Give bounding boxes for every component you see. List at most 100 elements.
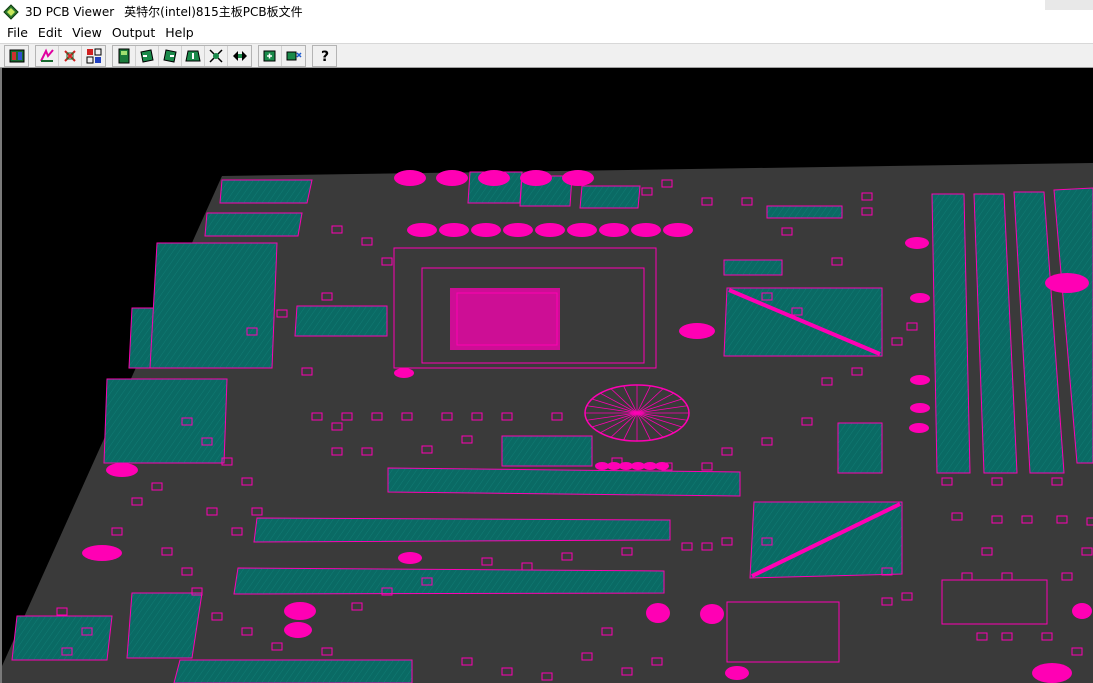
number-grid-icon — [86, 48, 101, 63]
copper-pad — [599, 223, 629, 237]
copper-pad — [1045, 273, 1089, 293]
zoom-fit-icon — [232, 50, 247, 61]
window-title: 3D PCB Viewer 英特尔(intel)815主板PCB板文件 — [25, 3, 313, 20]
zoom-in-icon — [263, 50, 276, 61]
help-glyph: ? — [320, 49, 328, 64]
chip-hatch — [127, 593, 202, 658]
zoom-out-button[interactable] — [282, 45, 305, 66]
copper-pad — [471, 223, 501, 237]
toolbar-group-zoom — [258, 44, 306, 67]
copper-pad — [663, 223, 693, 237]
pcb-app-icon — [3, 3, 19, 20]
toolbar-group-view — [112, 44, 252, 67]
select-part-button[interactable] — [59, 45, 82, 66]
copper-pad — [910, 293, 930, 303]
chip-hatch — [502, 436, 592, 466]
copper-pad — [679, 323, 715, 339]
copper-pad — [82, 545, 122, 561]
copper-pad — [910, 403, 930, 413]
copper-pad — [905, 237, 929, 249]
copper-pad — [398, 552, 422, 564]
dimm-slot-hatch — [932, 194, 970, 473]
copper-pad — [700, 604, 724, 624]
copper-pad — [725, 666, 749, 680]
open-board-button[interactable] — [5, 45, 28, 66]
menu-output[interactable]: Output — [107, 23, 160, 43]
cpu-die-pads — [450, 288, 560, 350]
copper-pad — [910, 375, 930, 385]
document-title: 英特尔(intel)815主板PCB板文件 — [124, 5, 303, 19]
layer-edit-button[interactable] — [36, 45, 59, 66]
menu-help[interactable]: Help — [160, 23, 199, 43]
rotate-down-button[interactable] — [182, 45, 205, 66]
copper-pad — [478, 170, 510, 186]
copper-pad — [284, 602, 316, 620]
view-top-icon — [118, 48, 130, 63]
copper-pad — [646, 603, 670, 623]
rotate-right-icon — [163, 48, 177, 63]
menu-file[interactable]: File — [2, 23, 33, 43]
open-board-icon — [9, 49, 24, 62]
copper-pad — [631, 223, 661, 237]
chip-hatch — [205, 213, 302, 236]
rotate-left-button[interactable] — [136, 45, 159, 66]
number-grid-button[interactable] — [82, 45, 105, 66]
copper-pad — [631, 462, 645, 470]
toolbar-group-help: ? — [312, 44, 337, 67]
pcb-3d-viewport[interactable] — [0, 68, 1093, 683]
help-button[interactable]: ? — [313, 45, 336, 66]
title-bar-controls[interactable] — [1045, 0, 1093, 10]
help-icon: ? — [320, 49, 328, 64]
zoom-fit-button[interactable] — [228, 45, 251, 66]
pcb-board-render — [2, 163, 1093, 683]
copper-pad — [407, 223, 437, 237]
copper-pad — [1032, 663, 1072, 683]
copper-pad — [643, 462, 657, 470]
toolbar: ? — [0, 43, 1093, 68]
chip-hatch — [295, 306, 387, 336]
copper-pad — [607, 462, 621, 470]
select-part-icon — [64, 49, 76, 62]
copper-pad — [106, 463, 138, 477]
copper-pad — [595, 462, 609, 470]
pci-slot-hatch — [388, 468, 740, 496]
copper-pad — [619, 462, 633, 470]
chip-hatch — [838, 423, 882, 473]
zoom-in-button[interactable] — [259, 45, 282, 66]
chip-hatch — [580, 186, 640, 208]
io-chip-hatch — [104, 379, 227, 463]
copper-pad — [503, 223, 533, 237]
title-bar: 3D PCB Viewer 英特尔(intel)815主板PCB板文件 — [0, 0, 1093, 23]
copper-pad — [284, 622, 312, 638]
menu-bar: File Edit View Output Help — [0, 23, 1093, 43]
toolbar-group-file — [4, 44, 29, 67]
chip-hatch — [220, 180, 312, 203]
copper-pad — [1072, 603, 1092, 619]
view-top-button[interactable] — [113, 45, 136, 66]
copper-pad — [439, 223, 469, 237]
copper-pad — [394, 170, 426, 186]
toolbar-group-edit — [35, 44, 106, 67]
copper-pad — [394, 368, 414, 378]
zoom-out-icon — [286, 51, 302, 60]
pan-button[interactable] — [205, 45, 228, 66]
copper-pad — [567, 223, 597, 237]
io-chip-hatch — [150, 243, 277, 368]
copper-pad — [520, 170, 552, 186]
chip-hatch — [767, 206, 842, 218]
rotate-down-icon — [185, 50, 201, 61]
pci-slot-hatch — [174, 660, 412, 683]
app-name: 3D PCB Viewer — [25, 5, 115, 19]
pan-icon — [209, 48, 223, 63]
copper-pad — [535, 223, 565, 237]
copper-pad — [436, 170, 468, 186]
rotate-right-button[interactable] — [159, 45, 182, 66]
pci-slot-hatch — [234, 568, 664, 594]
copper-pad — [909, 423, 929, 433]
menu-edit[interactable]: Edit — [33, 23, 67, 43]
copper-pad — [562, 170, 594, 186]
rotate-left-icon — [140, 48, 154, 63]
pci-slot-hatch — [254, 518, 670, 542]
menu-view[interactable]: View — [67, 23, 107, 43]
chip-hatch — [724, 260, 782, 275]
